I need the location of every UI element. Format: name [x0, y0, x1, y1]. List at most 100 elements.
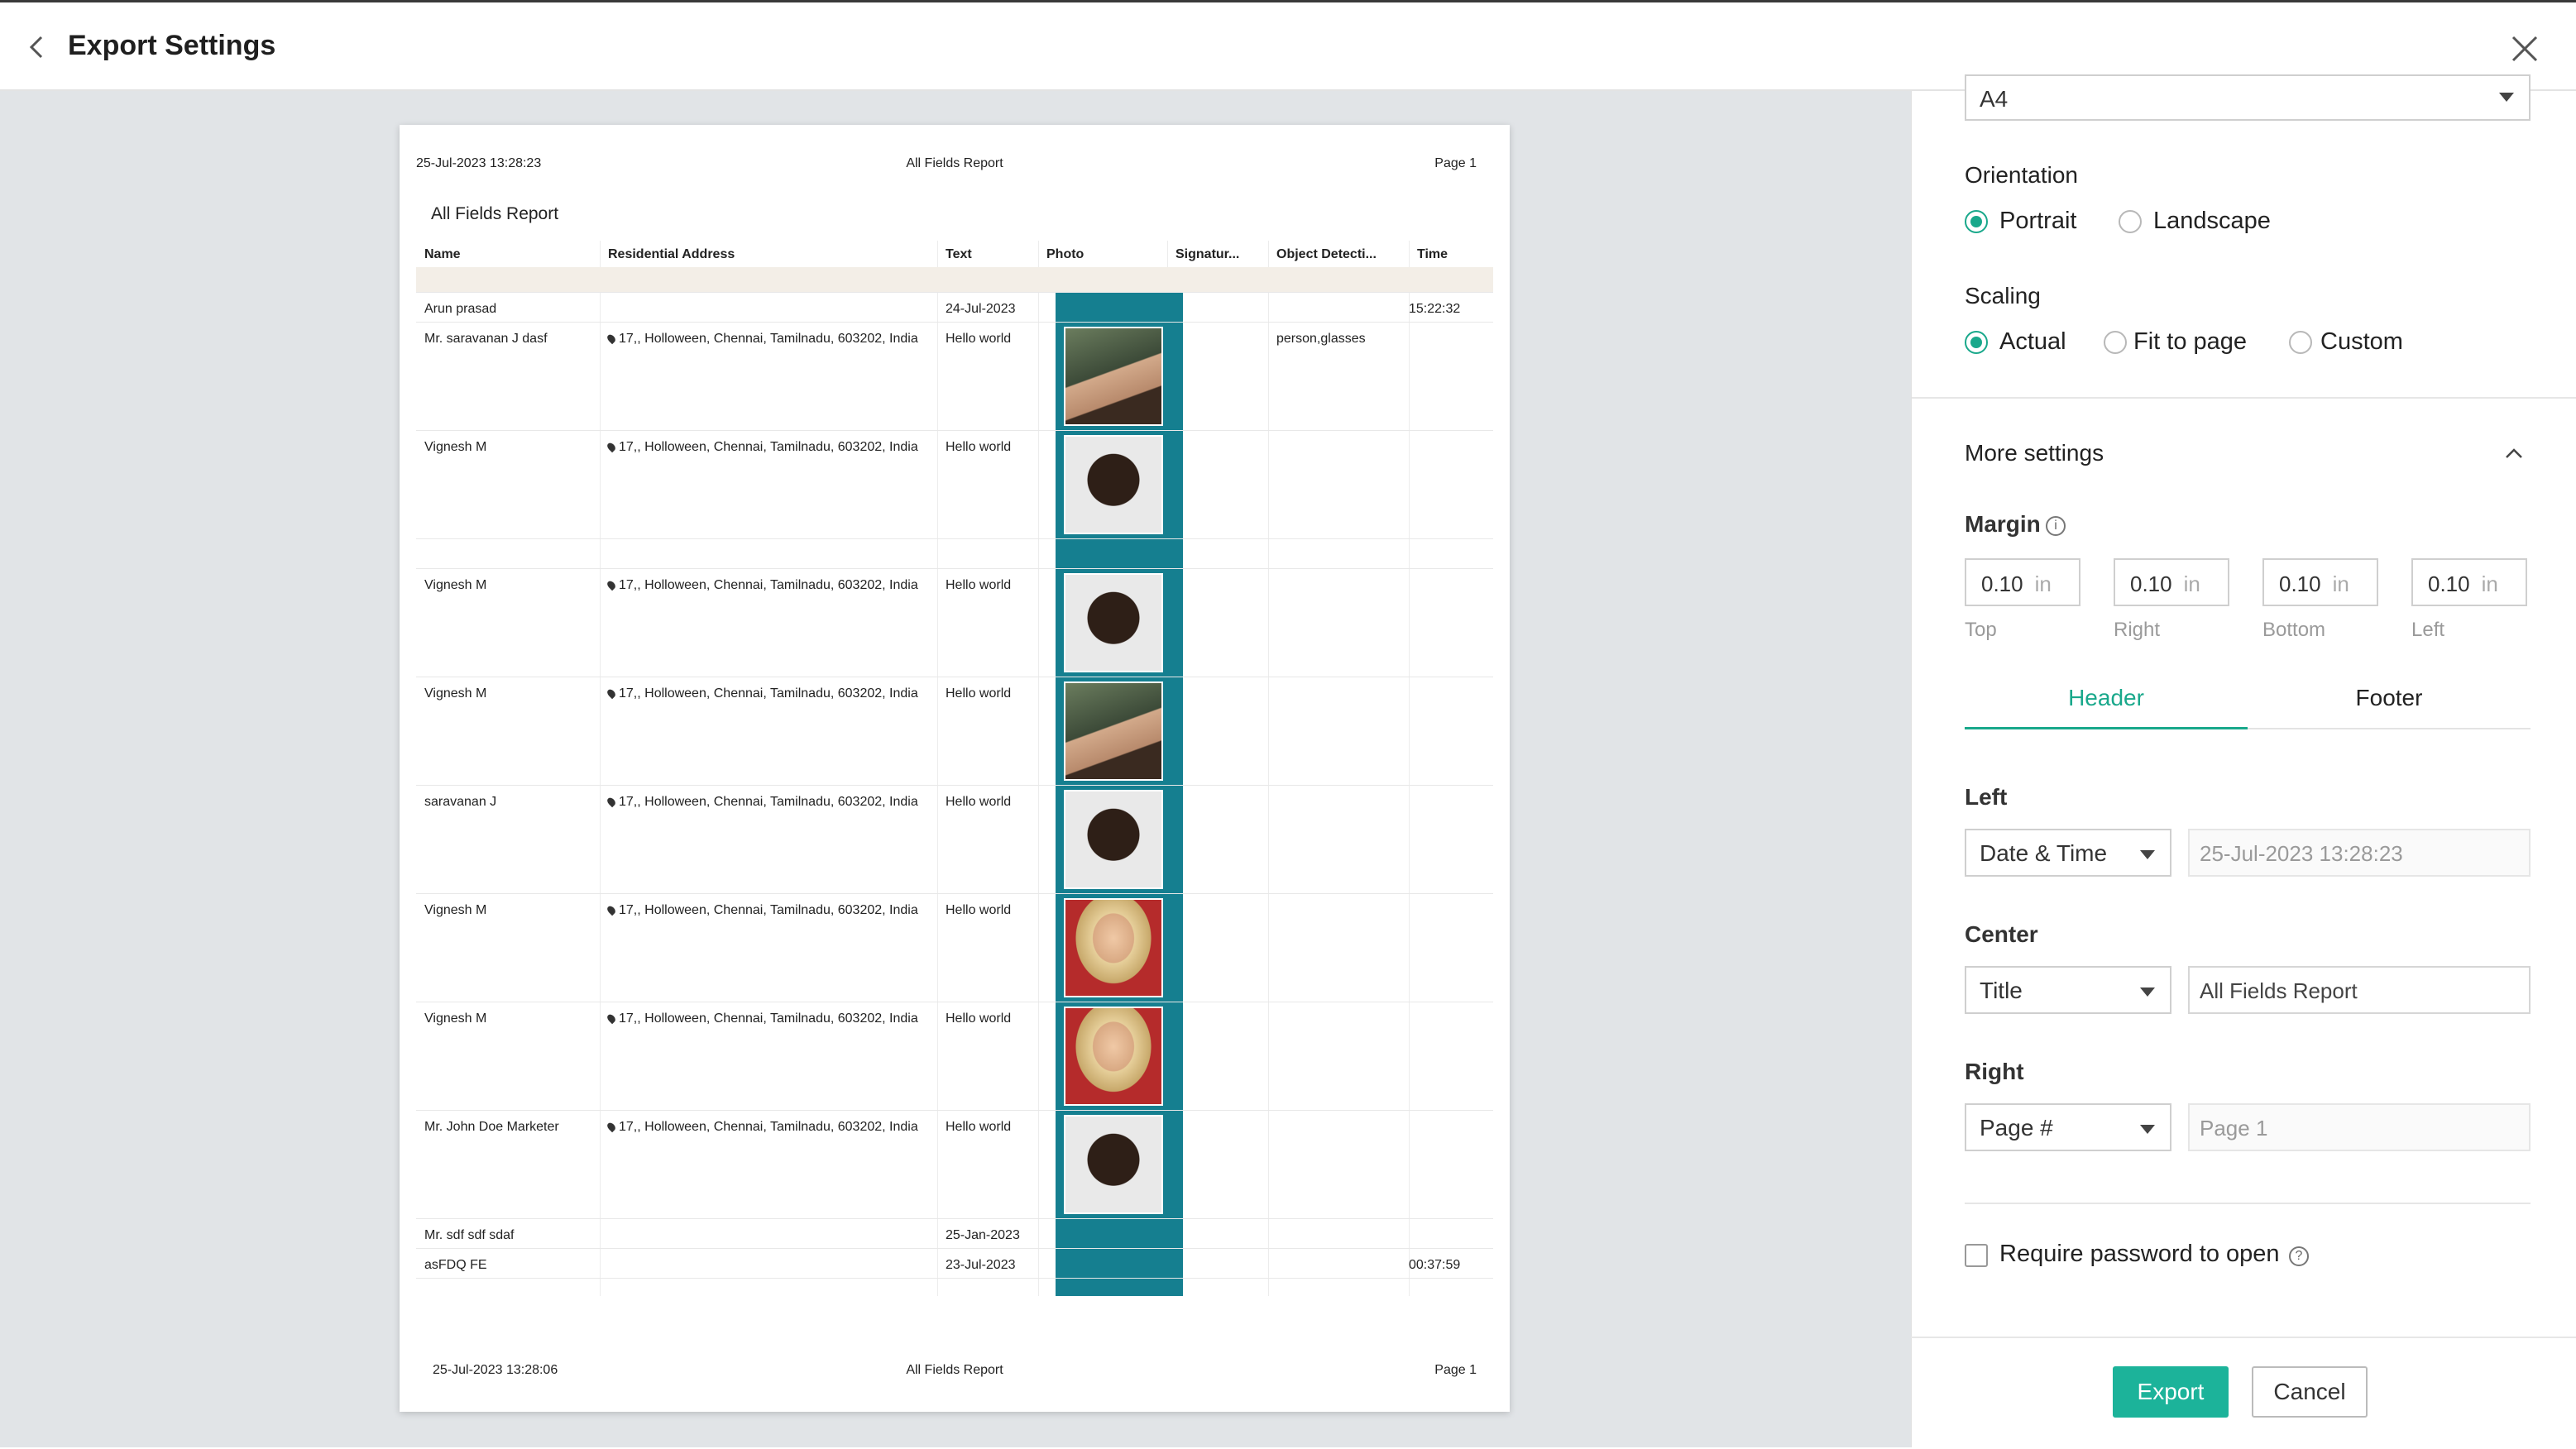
caret-down-icon [2499, 93, 2514, 102]
photo-cell [1056, 1111, 1183, 1218]
cancel-button[interactable]: Cancel [2252, 1366, 2368, 1418]
back-arrow-icon[interactable] [22, 32, 51, 62]
column-header-signature: Signatur... [1175, 247, 1240, 261]
photo-cell [1056, 293, 1183, 322]
margin-right-value: 0.10 [2130, 571, 2172, 596]
close-icon[interactable] [2508, 32, 2541, 65]
photo-thumbnail [1064, 573, 1163, 672]
cell-name: Vignesh M [424, 686, 487, 701]
header-left-type-select[interactable]: Date & Time [1965, 829, 2171, 877]
header-center-type-select[interactable]: Title [1965, 966, 2171, 1014]
caret-down-icon [2140, 1125, 2155, 1134]
preview-page: 25-Jul-2023 13:28:23 All Fields Report P… [400, 125, 1510, 1412]
photo-cell [1056, 431, 1183, 538]
cell-address: 17,, Holloween, Chennai, Tamilnadu, 6032… [606, 1117, 918, 1136]
margin-top-input[interactable]: 0.10 in [1965, 558, 2080, 606]
orientation-portrait-radio[interactable] [1965, 210, 1988, 233]
scaling-custom-label[interactable]: Custom [2320, 328, 2403, 356]
scaling-actual-radio[interactable] [1965, 331, 1988, 354]
cell-address-text: 17,, Holloween, Chennai, Tamilnadu, 6032… [619, 1011, 918, 1026]
photo-cell [1056, 1219, 1183, 1248]
paper-size-select[interactable]: A4 [1965, 74, 2531, 121]
chevron-up-icon[interactable] [2504, 443, 2524, 463]
margin-label: Margin [1965, 511, 2041, 537]
cell-name: saravanan J [424, 795, 497, 809]
margin-left-value: 0.10 [2428, 571, 2470, 596]
tab-footer[interactable]: Footer [2248, 685, 2531, 729]
cell-name: Mr. saravanan J dasf [424, 332, 548, 346]
margin-unit: in [2332, 571, 2349, 596]
export-button[interactable]: Export [2113, 1366, 2229, 1418]
preview-header-center: All Fields Report [906, 156, 1003, 170]
preview-footer-center: All Fields Report [906, 1363, 1003, 1377]
margin-bottom-input[interactable]: 0.10 in [2262, 558, 2378, 606]
photo-cell [1056, 677, 1183, 785]
photo-thumbnail [1064, 898, 1163, 997]
table-row: Vignesh M 17,, Holloween, Chennai, Tamiln… [416, 1002, 1493, 1110]
header-footer-tabs: Header Footer [1965, 678, 2531, 729]
table-row [416, 1278, 1493, 1296]
cell-address: 17,, Holloween, Chennai, Tamilnadu, 6032… [606, 329, 918, 348]
table-row: Vignesh M 17,, Holloween, Chennai, Tamiln… [416, 568, 1493, 677]
tab-header[interactable]: Header [1965, 685, 2248, 729]
cell-text: 24-Jul-2023 [946, 302, 1016, 316]
cell-name: Mr. John Doe Marketer [424, 1120, 559, 1134]
header-right-type-select[interactable]: Page # [1965, 1103, 2171, 1151]
orientation-portrait-label[interactable]: Portrait [1999, 208, 2076, 235]
scaling-fit-label[interactable]: Fit to page [2133, 328, 2247, 356]
table-row: Arun prasad 24-Jul-2023 15:22:32 [416, 292, 1493, 322]
scaling-label: Scaling [1965, 283, 2041, 308]
margin-right-input[interactable]: 0.10 in [2114, 558, 2229, 606]
photo-cell [1056, 1002, 1183, 1110]
scaling-fit-radio[interactable] [2104, 331, 2127, 354]
header-center-value-field[interactable]: All Fields Report [2188, 966, 2531, 1014]
more-settings-label[interactable]: More settings [1965, 440, 2104, 466]
photo-thumbnail [1064, 681, 1163, 781]
location-pin-icon [606, 904, 617, 916]
cell-text: Hello world [946, 903, 1012, 917]
table-group-band [416, 267, 1493, 292]
cell-text: Hello world [946, 578, 1012, 592]
margin-bottom-label: Bottom [2262, 619, 2326, 641]
location-pin-icon [606, 1121, 617, 1133]
column-header-object-detection: Object Detecti... [1276, 247, 1377, 261]
header-left-value-field[interactable]: 25-Jul-2023 13:28:23 [2188, 829, 2531, 877]
header-right-type-value: Page # [1980, 1115, 2053, 1141]
orientation-landscape-label[interactable]: Landscape [2153, 208, 2271, 235]
info-icon[interactable]: i [2046, 516, 2066, 536]
cell-name: asFDQ FE [424, 1258, 487, 1272]
cell-name: Mr. sdf sdf sdaf [424, 1228, 515, 1242]
cell-name: Vignesh M [424, 578, 487, 592]
margin-top-value: 0.10 [1981, 571, 2023, 596]
report-table-header: Name Residential Address Text Photo Sign… [416, 241, 1493, 1296]
scaling-custom-radio[interactable] [2289, 331, 2312, 354]
scaling-actual-label[interactable]: Actual [1999, 328, 2066, 356]
photo-cell [1056, 539, 1183, 568]
cell-address-text: 17,, Holloween, Chennai, Tamilnadu, 6032… [619, 1120, 918, 1134]
cell-name: Vignesh M [424, 903, 487, 917]
orientation-landscape-radio[interactable] [2119, 210, 2142, 233]
location-pin-icon [606, 687, 617, 700]
margin-left-label: Left [2411, 619, 2445, 641]
require-password-checkbox[interactable] [1965, 1244, 1988, 1267]
table-row: saravanan J 17,, Holloween, Chennai, Tami… [416, 785, 1493, 893]
preview-header-right: Page 1 [1434, 156, 1477, 170]
footer-divider [1911, 1337, 2576, 1338]
column-header-photo: Photo [1046, 247, 1085, 261]
cell-address-text: 17,, Holloween, Chennai, Tamilnadu, 6032… [619, 578, 918, 592]
help-icon[interactable]: ? [2289, 1246, 2309, 1266]
location-pin-icon [606, 332, 617, 345]
margin-top-label: Top [1965, 619, 1997, 641]
cell-address: 17,, Holloween, Chennai, Tamilnadu, 6032… [606, 684, 918, 703]
photo-thumbnail [1064, 435, 1163, 534]
caret-down-icon [2140, 988, 2155, 997]
cell-name: Arun prasad [424, 302, 497, 316]
table-row [416, 538, 1493, 568]
table-row: Vignesh M 17,, Holloween, Chennai, Tamiln… [416, 893, 1493, 1002]
photo-cell [1056, 569, 1183, 677]
table-row: Mr. John Doe Marketer 17,, Holloween, Che… [416, 1110, 1493, 1218]
table-row: Vignesh M 17,, Holloween, Chennai, Tamiln… [416, 677, 1493, 785]
require-password-label[interactable]: Require password to open [1999, 1241, 2280, 1268]
margin-left-input[interactable]: 0.10 in [2411, 558, 2527, 606]
header-right-value-field[interactable]: Page 1 [2188, 1103, 2531, 1151]
